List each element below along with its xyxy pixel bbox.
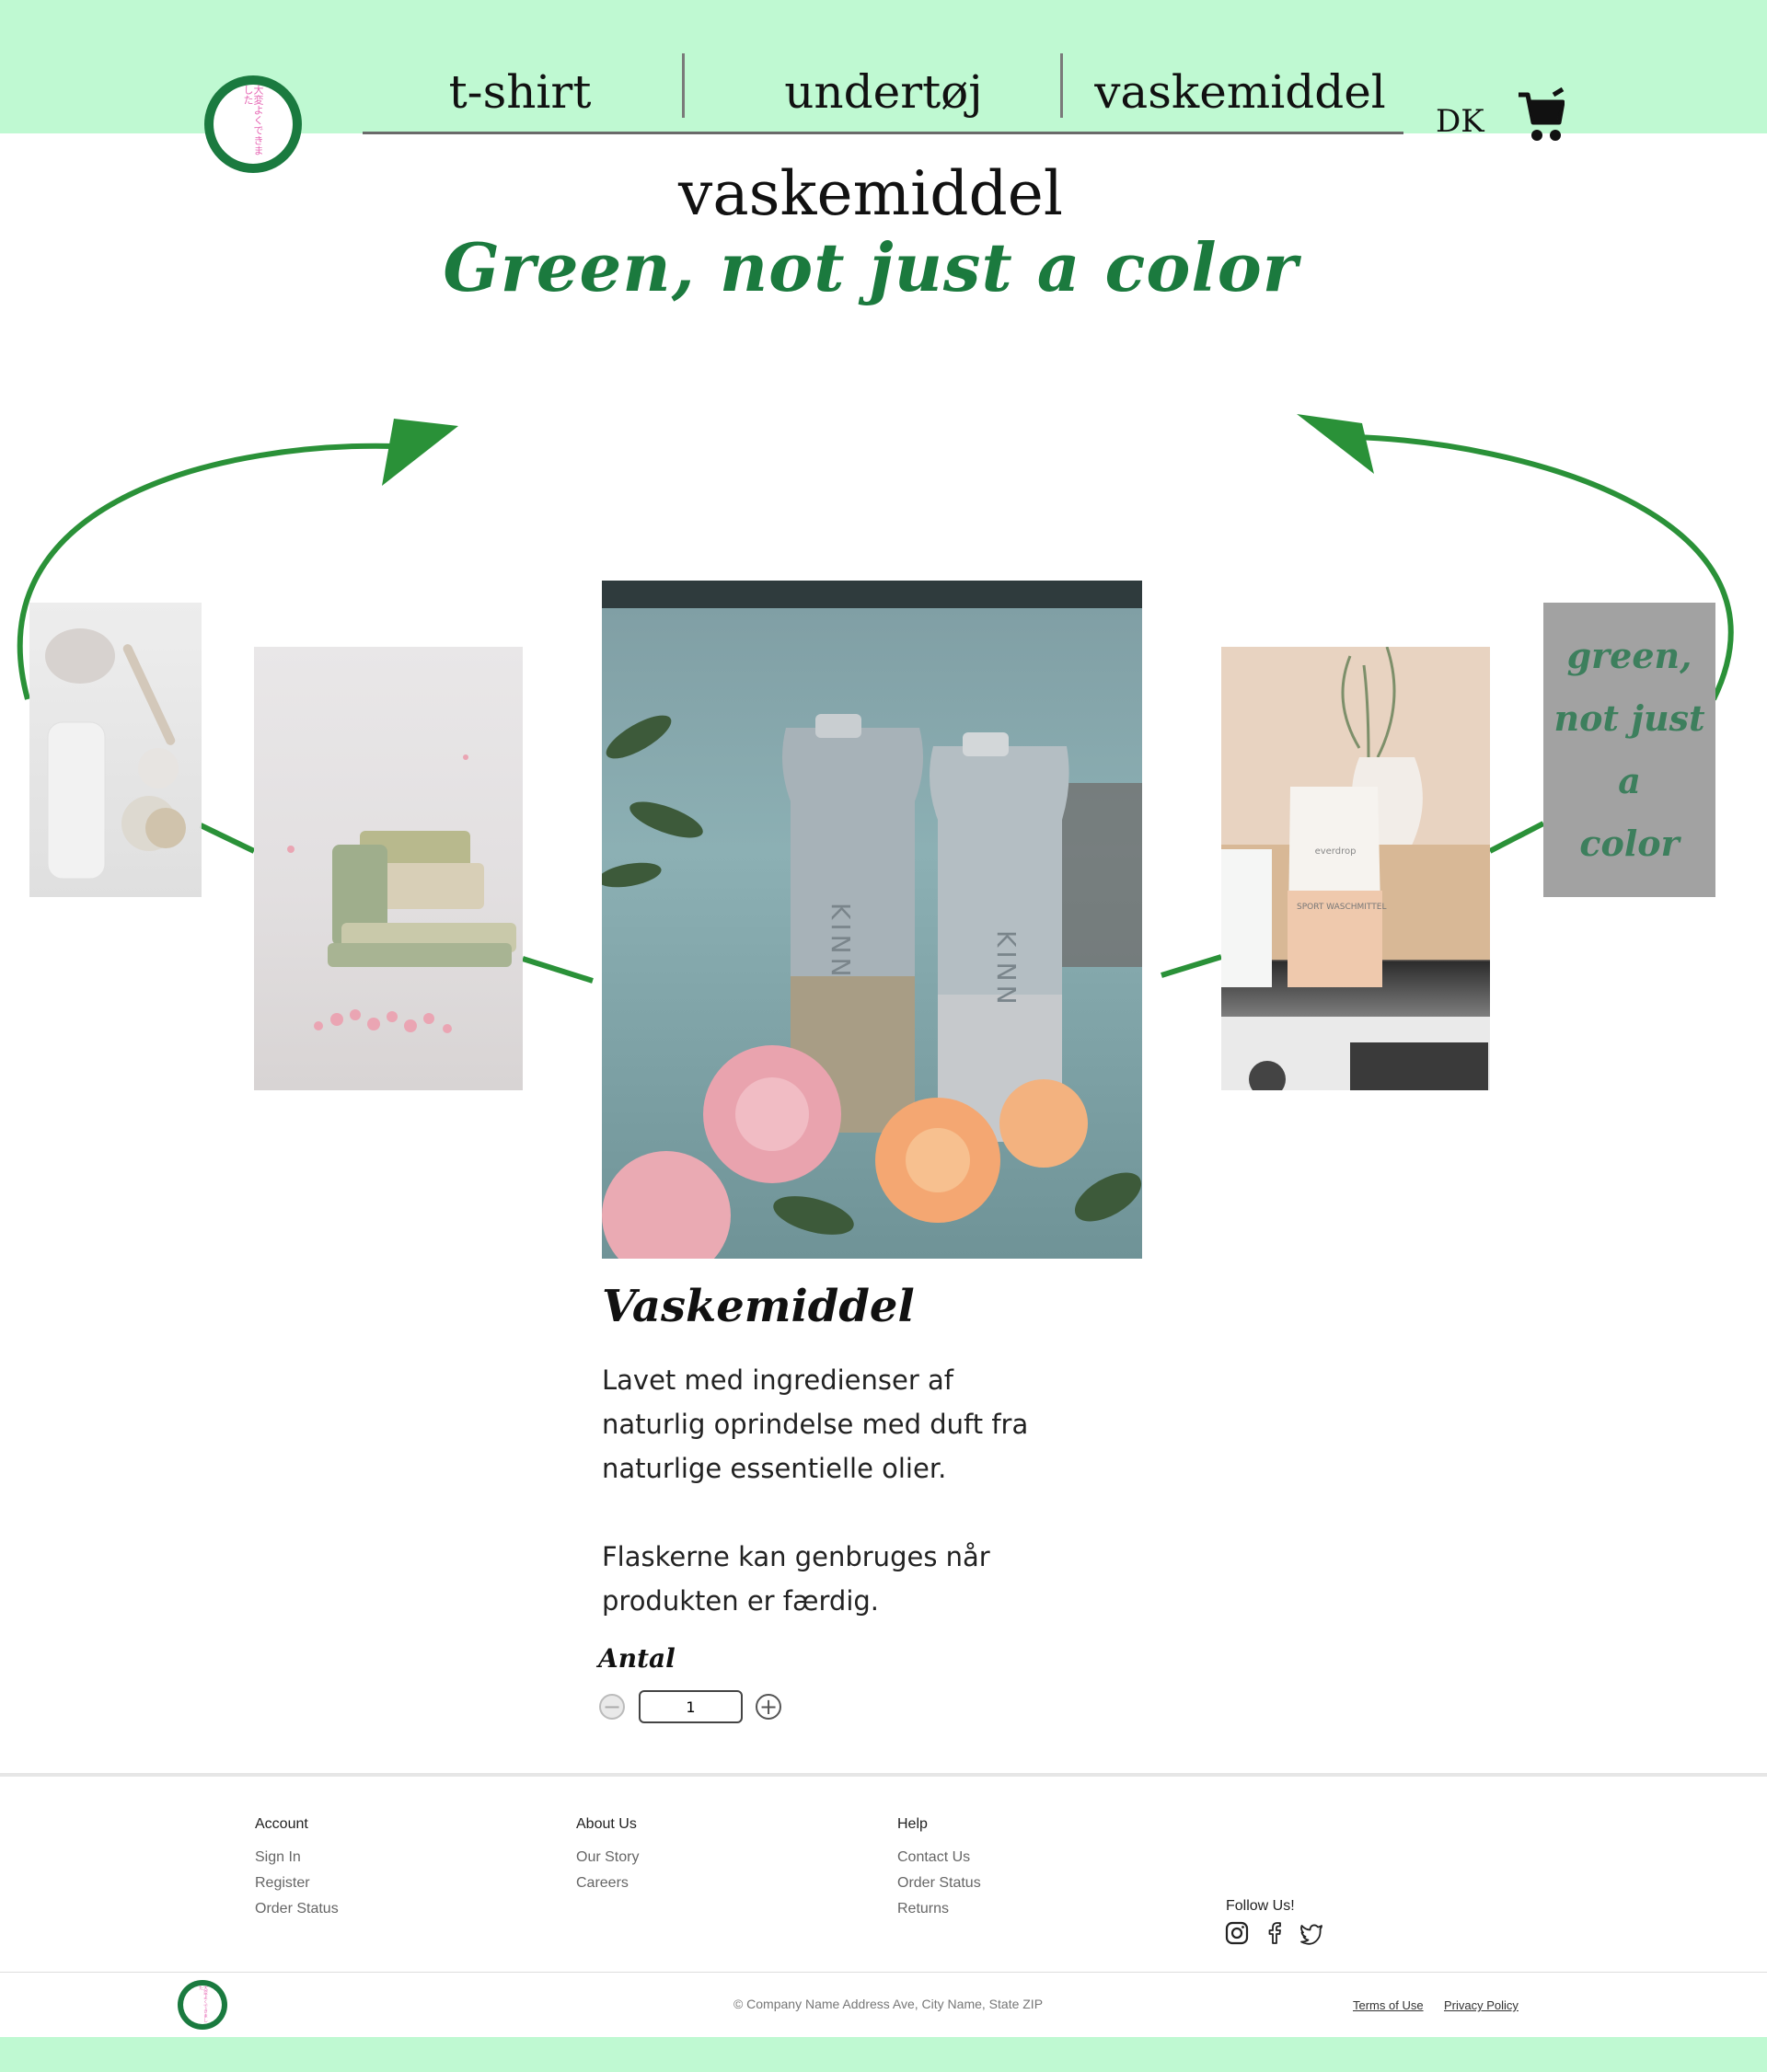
- arrow-right-head: [1297, 414, 1374, 474]
- minus-icon: −: [602, 1694, 622, 1720]
- plus-icon: +: [758, 1694, 779, 1720]
- footer-band: [0, 2037, 1767, 2072]
- terms-of-use-link[interactable]: Terms of Use: [1353, 1998, 1424, 2012]
- product-name: Vaskemiddel: [602, 1281, 915, 1332]
- footer-link-sign-in[interactable]: Sign In: [255, 1849, 301, 1866]
- footer-column-title: Help: [897, 1816, 928, 1832]
- connector: [522, 956, 594, 984]
- footer-divider: [0, 1773, 1767, 1777]
- footer-link-order-status[interactable]: Order Status: [255, 1901, 339, 1917]
- footer-link-contact-us[interactable]: Contact Us: [897, 1849, 970, 1866]
- footer-divider: [0, 1972, 1767, 1973]
- instagram-icon[interactable]: [1225, 1921, 1249, 1945]
- everdrop-package-illustration: everdrop SPORT WASCHMITTEL: [1221, 647, 1490, 1090]
- bottle-brand: KINN: [991, 930, 1022, 1008]
- connector: [1161, 954, 1222, 978]
- kinn-bottles-illustration: KINN KINN: [602, 581, 1142, 1259]
- slogan-card[interactable]: green, not just a color: [1543, 603, 1715, 897]
- footer-column-title: About Us: [576, 1816, 637, 1832]
- footer-link-register[interactable]: Register: [255, 1875, 310, 1892]
- footer-link-order-status-help[interactable]: Order Status: [897, 1875, 981, 1892]
- package-brand: everdrop: [1315, 846, 1357, 857]
- connector: [199, 823, 256, 854]
- product-description: Lavet med ingredienser af naturlig oprin…: [602, 1364, 1029, 1484]
- slogan-card-line: a: [1618, 760, 1641, 801]
- privacy-policy-link[interactable]: Privacy Policy: [1444, 1998, 1519, 2012]
- facebook-icon[interactable]: [1263, 1921, 1287, 1945]
- photo-bath-accessories[interactable]: [29, 603, 202, 897]
- slogan-card-line: green,: [1566, 635, 1692, 676]
- twitter-icon[interactable]: [1299, 1921, 1323, 1945]
- connector: [1488, 821, 1545, 854]
- footer-link-our-story[interactable]: Our Story: [576, 1849, 639, 1866]
- bottle-brand: KINN: [826, 903, 856, 981]
- slogan-card-line: color: [1579, 823, 1680, 864]
- slogan-card-text: green, not just a color: [1553, 625, 1704, 875]
- footer-column-title: Account: [255, 1816, 308, 1832]
- package-title: SPORT WASCHMITTEL: [1297, 903, 1386, 912]
- photo-soap-stack[interactable]: [254, 647, 523, 1090]
- follow-us-label: Follow Us!: [1226, 1898, 1295, 1914]
- quantity-increment-button[interactable]: +: [756, 1694, 781, 1720]
- quantity-input[interactable]: [639, 1690, 743, 1723]
- quantity-decrement-button[interactable]: −: [599, 1694, 625, 1720]
- quantity-label: Antal: [598, 1643, 676, 1674]
- arrow-left-head: [382, 419, 458, 486]
- photo-everdrop-package[interactable]: everdrop SPORT WASCHMITTEL: [1221, 647, 1490, 1090]
- photo-kinn-bottles[interactable]: KINN KINN: [602, 581, 1142, 1259]
- slogan-card-line: not just: [1553, 697, 1705, 739]
- footer-link-careers[interactable]: Careers: [576, 1875, 629, 1892]
- bath-accessories-illustration: [45, 628, 186, 880]
- product-description-recycle: Flaskerne kan genbruges når produkten er…: [602, 1541, 990, 1617]
- footer-link-returns[interactable]: Returns: [897, 1901, 949, 1917]
- soap-stack-illustration: [287, 754, 516, 1033]
